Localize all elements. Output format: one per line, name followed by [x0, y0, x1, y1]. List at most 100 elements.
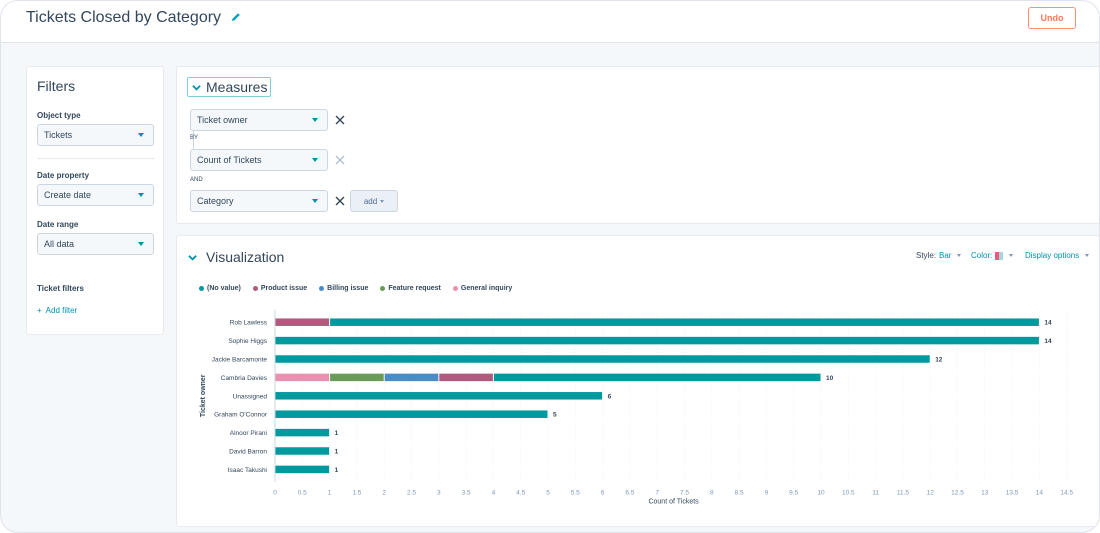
data-label: 12 — [935, 357, 943, 364]
pencil-icon[interactable] — [230, 11, 242, 23]
data-label: 10 — [826, 375, 834, 382]
y-category-label: Graham O'Connor — [214, 412, 268, 419]
date-property-label: Date property — [37, 171, 90, 180]
bar-segment — [275, 336, 1039, 345]
x-tick-label: 12.5 — [951, 490, 964, 497]
measures-title: Measures — [206, 79, 268, 95]
data-label: 1 — [335, 430, 339, 437]
bar-segment — [275, 428, 330, 437]
x-tick-label: 4.5 — [516, 490, 525, 497]
x-tick-label: 13 — [981, 490, 989, 497]
plus-icon: + — [37, 306, 42, 315]
report-header: Tickets Closed by Category Undo — [1, 1, 1099, 43]
y-category-label: Sophie Higgs — [228, 338, 267, 345]
undo-button[interactable]: Undo — [1028, 7, 1076, 29]
visualization-panel: Visualization Style: Bar Color: Display … — [176, 235, 1099, 527]
x-tick-label: 1.5 — [352, 490, 361, 497]
x-tick-label: 14 — [1036, 490, 1044, 497]
bar-segment — [439, 373, 493, 382]
remove-category-icon[interactable] — [335, 196, 345, 206]
remove-count-icon[interactable] — [335, 155, 345, 165]
x-tick-label: 2.5 — [407, 490, 416, 497]
x-tick-label: 9 — [765, 490, 769, 497]
x-tick-label: 11 — [872, 490, 879, 497]
date-range-value: All data — [44, 239, 75, 249]
x-tick-label: 6.5 — [625, 490, 634, 497]
measures-panel: Measures Ticket owner BY Count of Ticket… — [176, 66, 1099, 224]
filters-title: Filters — [37, 78, 76, 94]
count-of-tickets-value: Count of Tickets — [197, 155, 262, 165]
object-type-select[interactable]: Tickets — [37, 124, 154, 146]
x-tick-label: 11.5 — [897, 490, 910, 497]
caret-down-icon — [138, 193, 144, 197]
x-tick-label: 4 — [492, 490, 496, 497]
report-window: Tickets Closed by Category Undo Filters … — [0, 0, 1100, 533]
x-tick-label: 13.5 — [1006, 490, 1019, 497]
ticket-owner-value: Ticket owner — [197, 115, 248, 125]
y-category-label: Unassigned — [233, 393, 268, 400]
ticket-filters-label: Ticket filters — [37, 284, 84, 293]
chevron-down-icon — [192, 85, 201, 91]
x-tick-label: 3.5 — [462, 490, 471, 497]
add-filter-label: Add filter — [45, 306, 78, 315]
data-label: 5 — [553, 412, 557, 419]
y-category-label: Cambria Davies — [221, 375, 268, 382]
add-filter-link[interactable]: + Add filter — [37, 306, 77, 315]
date-range-label: Date range — [37, 220, 79, 229]
x-tick-label: 0 — [273, 490, 277, 497]
x-axis-title: Count of Tickets — [648, 499, 699, 506]
x-tick-label: 10 — [817, 490, 825, 497]
data-label: 14 — [1044, 338, 1052, 345]
x-tick-label: 8.5 — [735, 490, 744, 497]
x-tick-label: 14.5 — [1060, 490, 1073, 497]
category-select[interactable]: Category — [190, 190, 328, 212]
bar-segment — [275, 392, 603, 400]
date-property-select[interactable]: Create date — [37, 184, 154, 206]
bar-segment — [493, 373, 821, 382]
y-category-label: Alnoor Pirani — [230, 430, 267, 437]
data-label: 1 — [335, 467, 339, 474]
x-tick-label: 8 — [710, 490, 714, 497]
measures-toggle[interactable]: Measures — [187, 77, 272, 97]
data-label: 14 — [1044, 320, 1052, 327]
bar-segment — [275, 373, 330, 382]
divider — [37, 158, 155, 159]
category-value: Category — [197, 196, 234, 206]
caret-down-icon — [312, 199, 318, 203]
count-of-tickets-select[interactable]: Count of Tickets — [190, 149, 328, 171]
x-tick-label: 12 — [927, 490, 935, 497]
x-tick-label: 7 — [655, 490, 659, 497]
filters-panel: Filters Object type Tickets Date propert… — [26, 66, 164, 335]
y-category-label: Jackie Barcamonte — [212, 357, 268, 364]
x-tick-label: 5 — [546, 490, 550, 497]
data-label: 6 — [608, 393, 612, 400]
add-label: add — [363, 196, 378, 206]
x-tick-label: 1 — [328, 490, 332, 497]
bar-segment — [275, 355, 930, 363]
add-measure-button[interactable]: add — [350, 190, 398, 212]
bar-segment — [275, 465, 330, 474]
x-tick-label: 7.5 — [680, 490, 689, 497]
y-category-label: David Barron — [229, 449, 267, 456]
bar-segment — [275, 318, 330, 326]
bar-segment — [275, 447, 330, 455]
date-property-value: Create date — [44, 190, 92, 200]
x-tick-label: 0.5 — [298, 490, 307, 497]
report-title[interactable]: Tickets Closed by Category — [26, 9, 221, 27]
date-range-select[interactable]: All data — [37, 233, 154, 255]
remove-ticket-owner-icon[interactable] — [335, 115, 345, 125]
y-axis-title: Ticket owner — [200, 374, 207, 417]
by-label: BY — [190, 135, 199, 141]
bar-chart: 0 0.5 1 1.5 2 2.5 3 3.5 4 4.5 5 5.5 6 6.5 7 7.5 8 8.5 9 9.5… — [200, 310, 1073, 506]
bar-segment — [330, 373, 384, 382]
ticket-owner-select[interactable]: Ticket owner — [190, 109, 328, 131]
bar-segment — [275, 410, 548, 418]
y-category-label: Rob Lawless — [230, 320, 268, 327]
caret-down-icon — [380, 199, 385, 203]
x-tick-label: 3 — [437, 490, 441, 497]
caret-down-icon — [138, 242, 144, 246]
x-tick-label: 5.5 — [571, 490, 580, 497]
and-label: AND — [190, 177, 203, 183]
object-type-value: Tickets — [44, 130, 73, 140]
data-label: 1 — [335, 449, 339, 456]
